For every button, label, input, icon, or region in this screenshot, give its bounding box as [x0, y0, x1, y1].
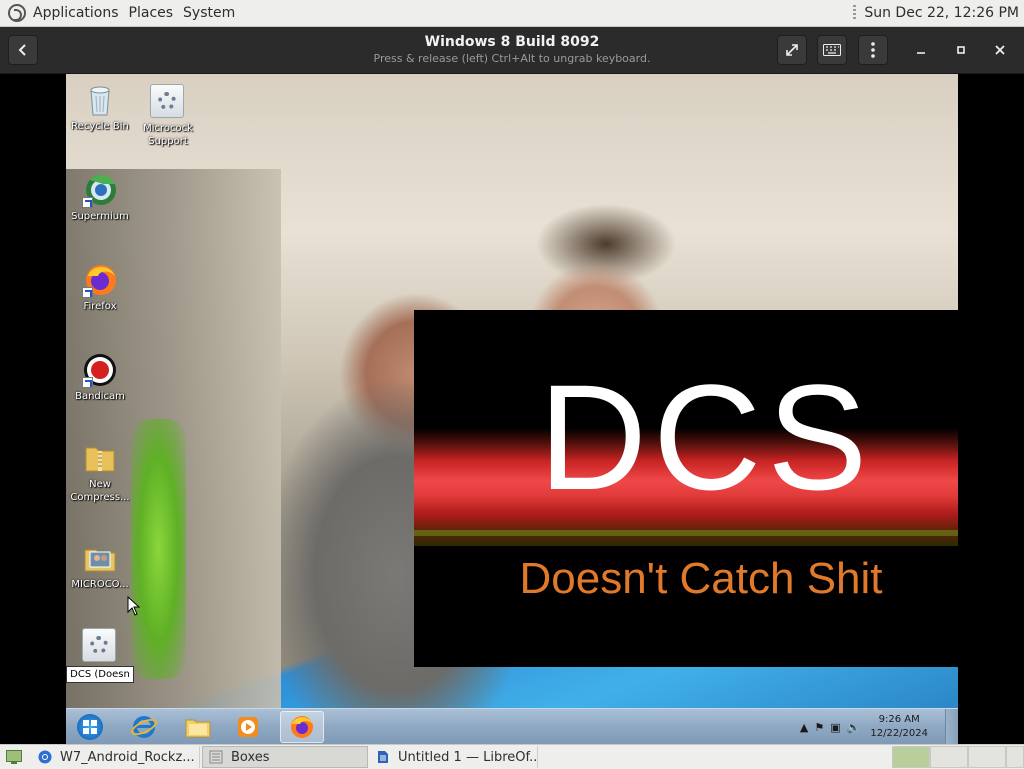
desktop-icon-label: Bandicam — [75, 391, 125, 402]
shortcut-arrow-icon — [82, 287, 93, 298]
workspace-2[interactable] — [930, 746, 968, 768]
start-button[interactable] — [68, 710, 112, 744]
system-tray: ▲ ⚑ ▣ 🔈 9:26 AM 12/22/2024 — [794, 709, 928, 744]
windows-clock-time: 9:26 AM — [878, 714, 920, 725]
ungrab-hint: Press & release (left) Ctrl+Alt to ungra… — [373, 52, 651, 65]
zip-folder-icon — [82, 440, 118, 476]
vm-display[interactable]: Recycle Bin Microcock Support Supermium … — [66, 74, 958, 744]
more-vertical-icon — [871, 42, 875, 58]
desktop-icon — [6, 750, 22, 764]
task-label: Untitled 1 — LibreOf... — [398, 749, 538, 765]
chromium-icon — [38, 750, 52, 764]
task-libreoffice[interactable]: Untitled 1 — LibreOf... — [370, 746, 538, 768]
taskbar-firefox[interactable] — [280, 711, 324, 743]
task-label: Boxes — [231, 749, 270, 765]
show-hidden-icons-arrow-icon[interactable]: ▲ — [800, 721, 808, 734]
maximize-icon — [957, 46, 965, 54]
desktop-icon-label: Firefox — [83, 301, 117, 312]
windows-taskbar: ▲ ⚑ ▣ 🔈 9:26 AM 12/22/2024 — [66, 708, 958, 744]
libreoffice-writer-icon — [378, 751, 388, 763]
keyboard-button[interactable] — [817, 35, 847, 65]
recycle-bin-icon — [82, 82, 118, 118]
desktop-icon-label: Supermium — [71, 211, 129, 222]
task-boxes[interactable]: Boxes — [202, 746, 368, 768]
internet-explorer-icon — [131, 716, 157, 738]
show-desktop-launcher[interactable] — [0, 746, 30, 768]
firefox-icon — [82, 262, 118, 298]
mouse-cursor-icon — [127, 596, 141, 616]
minimize-button[interactable] — [909, 38, 933, 62]
panel-clock[interactable]: Sun Dec 22, 12:26 PM — [864, 5, 1019, 21]
dcs-letters: DCS — [538, 353, 874, 521]
show-desktop-button[interactable] — [945, 709, 958, 744]
dcs-video-window[interactable]: DCS Doesn't Catch Shit — [414, 310, 958, 667]
back-button[interactable] — [8, 35, 38, 65]
maximize-button[interactable] — [949, 38, 973, 62]
desktop-icon-dcs[interactable]: DCS (Doesn — [66, 628, 134, 683]
system-menu[interactable]: System — [178, 5, 240, 21]
minimize-icon — [917, 52, 925, 54]
fullscreen-button[interactable] — [777, 35, 807, 65]
desktop-icon-label: MICROCO... — [71, 579, 129, 590]
workspace-4[interactable] — [1006, 746, 1024, 768]
desktop-icon-firefox[interactable]: Firefox — [66, 262, 134, 313]
rename-field[interactable]: DCS (Doesn — [66, 666, 134, 683]
desktop-icon-label: Microcock Support — [143, 123, 193, 147]
boxes-header-bar: Windows 8 Build 8092 Press & release (le… — [0, 27, 1024, 74]
desktop-icon-microco[interactable]: MICROCO... — [66, 540, 134, 591]
desktop-icon-recycle-bin[interactable]: Recycle Bin — [66, 82, 134, 133]
image-folder-icon — [82, 540, 118, 576]
media-player-icon — [238, 717, 258, 737]
desktop-icon-microcock-support[interactable]: Microcock Support — [134, 84, 202, 148]
action-center-flag-icon[interactable]: ⚑ — [814, 721, 824, 734]
boxes-icon — [209, 750, 223, 764]
places-menu[interactable]: Places — [124, 5, 179, 21]
settings-gear-icon — [82, 628, 118, 664]
bandicam-icon — [82, 352, 118, 388]
taskbar-media-player[interactable] — [226, 711, 270, 743]
fullscreen-icon — [786, 44, 798, 56]
desktop-icon-label: New Compress... — [70, 479, 130, 503]
supermium-icon — [82, 172, 118, 208]
close-button[interactable] — [988, 38, 1012, 62]
firefox-icon — [291, 716, 313, 738]
desktop-icon-supermium[interactable]: Supermium — [66, 172, 134, 223]
distro-logo-icon[interactable] — [8, 4, 26, 22]
windows-clock[interactable]: 9:26 AM 12/22/2024 — [870, 713, 928, 741]
taskbar-file-explorer[interactable] — [176, 711, 220, 743]
desktop-icon-label: Recycle Bin — [71, 121, 129, 132]
properties-menu-button[interactable] — [858, 35, 888, 65]
shortcut-arrow-icon — [82, 377, 93, 388]
wallpaper-green-light — [131, 419, 186, 679]
dcs-tagline: Doesn't Catch Shit — [519, 554, 883, 603]
network-icon[interactable]: ▣ — [830, 721, 840, 734]
task-w7-android[interactable]: W7_Android_Rockz... — [32, 746, 200, 768]
shortcut-arrow-icon — [82, 197, 93, 208]
desktop-icon-new-compressed[interactable]: New Compress... — [66, 440, 134, 504]
applications-menu[interactable]: Applications — [28, 5, 124, 21]
volume-icon[interactable]: 🔈 — [847, 721, 861, 734]
top-panel: Applications Places System Sun Dec 22, 1… — [0, 0, 1024, 27]
close-icon — [995, 45, 1005, 55]
folder-icon — [185, 719, 211, 738]
settings-gear-icon — [150, 84, 186, 120]
desktop-icon-bandicam[interactable]: Bandicam — [66, 352, 134, 403]
task-label: W7_Android_Rockz... — [60, 749, 195, 765]
bottom-panel: W7_Android_Rockz... Boxes Untitled 1 — L… — [0, 744, 1024, 769]
taskbar-internet-explorer[interactable] — [122, 711, 166, 743]
workspace-1[interactable] — [892, 746, 930, 768]
back-arrow-icon — [18, 44, 26, 56]
windows-logo-icon — [77, 714, 103, 740]
windows-clock-date: 12/22/2024 — [870, 728, 928, 739]
keyboard-icon — [823, 44, 841, 56]
vm-title: Windows 8 Build 8092 — [424, 34, 600, 50]
panel-handle[interactable] — [853, 5, 857, 21]
workspace-3[interactable] — [968, 746, 1006, 768]
